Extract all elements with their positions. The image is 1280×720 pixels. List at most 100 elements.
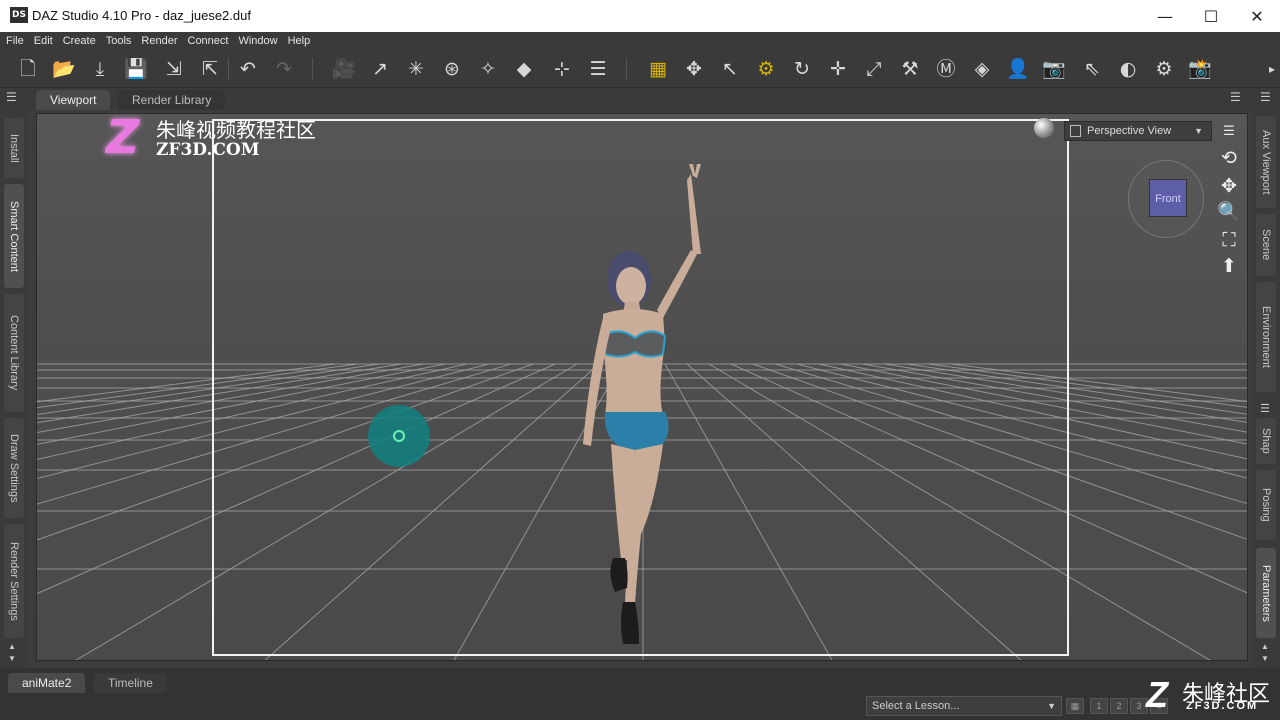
tab-environment[interactable]: Environment	[1256, 282, 1276, 392]
tab-animate2[interactable]: aniMate2	[8, 673, 86, 693]
universal-tool-icon[interactable]: ✥	[680, 55, 708, 83]
point-light-icon[interactable]: ✳	[402, 55, 430, 83]
title-bar: DS DAZ Studio 4.10 Pro - daz_juese2.duf …	[0, 0, 1280, 32]
aim-icon[interactable]: ⬆	[1216, 254, 1242, 278]
render-icon[interactable]: 📸	[1186, 55, 1214, 83]
chevron-down-icon: ▼	[1047, 701, 1056, 711]
redo-icon[interactable]: ↷	[270, 55, 298, 83]
lesson-select[interactable]: Select a Lesson... ▼	[866, 696, 1062, 716]
window-title: DAZ Studio 4.10 Pro - daz_juese2.duf	[32, 8, 251, 23]
render-settings-icon[interactable]: ▦	[644, 55, 672, 83]
chevron-down-icon: ▼	[1194, 126, 1203, 136]
tab-shaping[interactable]: Shap	[1256, 418, 1276, 464]
save-icon[interactable]: 💾	[122, 55, 150, 83]
spot-light-icon[interactable]: ⊛	[438, 55, 466, 83]
toolbar-overflow-icon[interactable]: ▸	[1258, 55, 1280, 83]
tab-scene[interactable]: Scene	[1256, 214, 1276, 276]
orbit-icon[interactable]: ⟲	[1216, 146, 1242, 170]
3d-viewport[interactable]	[36, 113, 1248, 661]
camera-select[interactable]: Perspective View ▼	[1064, 121, 1212, 141]
view-cube[interactable]: Front	[1128, 160, 1204, 238]
spot-render-icon[interactable]: 📷	[1040, 55, 1068, 83]
iray-render-icon[interactable]: ⚙	[1150, 55, 1178, 83]
camera-label: Perspective View	[1087, 125, 1172, 137]
view-cube-front[interactable]: Front	[1149, 179, 1187, 217]
minimize-button[interactable]: —	[1142, 0, 1188, 32]
translate-icon[interactable]: ✛	[824, 55, 852, 83]
camera-icon	[1070, 125, 1081, 137]
left-pane-tabs: ☰ Install Smart Content Content Library …	[0, 88, 28, 668]
menu-bar: File Edit Create Tools Render Connect Wi…	[0, 32, 1280, 50]
content-sphere-icon[interactable]: ◐	[1114, 55, 1142, 83]
corner-watermark-logo: Z	[1146, 674, 1168, 715]
distant-light-icon[interactable]: ↗	[366, 55, 394, 83]
render-frame	[212, 119, 1069, 656]
menu-help[interactable]: Help	[288, 35, 311, 47]
tab-timeline[interactable]: Timeline	[94, 673, 167, 693]
menu-create[interactable]: Create	[63, 35, 96, 47]
tab-draw-settings[interactable]: Draw Settings	[4, 418, 24, 518]
left-pane-menu-icon[interactable]: ☰	[6, 90, 17, 104]
shaping-menu-icon[interactable]: ☰	[1260, 402, 1270, 415]
corner-watermark-url: ZF3D.COM	[1186, 700, 1259, 712]
tab-viewport[interactable]: Viewport	[36, 90, 111, 110]
export-icon[interactable]: ⇱	[196, 55, 224, 83]
tab-smart-content[interactable]: Smart Content	[4, 184, 24, 288]
zoom-icon[interactable]: 🔍	[1216, 200, 1242, 224]
watermark-logo: Z	[106, 110, 140, 164]
merge-file-icon[interactable]: ⤓	[86, 55, 114, 83]
tab-render-library[interactable]: Render Library	[118, 90, 226, 110]
close-button[interactable]: ✕	[1234, 0, 1280, 32]
viewport-menu-icon[interactable]: ☰	[1216, 120, 1242, 144]
main-toolbar: 🗋 📂 ⤓ 💾 ⇲ ⇱ ↶ ↷ 🎥 ↗ ✳ ⊛ ✧ ◆ ⊹ ☰ ▦ ✥ ↖ ⚙ …	[0, 50, 1280, 88]
align-icon[interactable]: ☰	[584, 55, 612, 83]
geometry-select-icon[interactable]: ⇖	[1078, 55, 1106, 83]
lesson-select-label: Select a Lesson...	[872, 700, 960, 712]
figure-tool-icon[interactable]: 👤	[1004, 55, 1032, 83]
primitive-icon[interactable]: ◆	[510, 55, 538, 83]
joint-editor-icon[interactable]: ⚒	[896, 55, 924, 83]
morph-icon[interactable]: Ⓜ	[932, 55, 960, 83]
frame-icon[interactable]: ⛶	[1216, 228, 1242, 252]
surface-selection-icon[interactable]: ◈	[968, 55, 996, 83]
scroll-down-icon[interactable]: ▼	[1261, 654, 1269, 663]
menu-render[interactable]: Render	[141, 35, 177, 47]
tab-posing[interactable]: Posing	[1256, 470, 1276, 540]
lesson-page-2[interactable]: 2	[1110, 698, 1128, 714]
menu-tools[interactable]: Tools	[106, 35, 132, 47]
menu-window[interactable]: Window	[238, 35, 277, 47]
scroll-up-icon[interactable]: ▲	[1261, 642, 1269, 651]
watermark-url: ZF3D.COM	[156, 140, 260, 160]
maximize-button[interactable]: ☐	[1188, 0, 1234, 32]
viewport-tab-strip: Viewport Render Library ☰	[30, 88, 1250, 110]
bottom-panel: aniMate2 Timeline	[0, 668, 1280, 720]
lesson-grid-icon[interactable]: ▦	[1066, 698, 1084, 714]
scroll-down-icon[interactable]: ▼	[8, 654, 16, 663]
undo-icon[interactable]: ↶	[234, 55, 262, 83]
pan-icon[interactable]: ✥	[1216, 174, 1242, 198]
tab-aux-viewport[interactable]: Aux Viewport	[1256, 116, 1276, 208]
right-pane-menu-icon[interactable]: ☰	[1260, 90, 1271, 104]
draw-style-sphere-icon[interactable]	[1034, 118, 1054, 138]
scale-icon[interactable]: ⤢	[860, 55, 888, 83]
import-icon[interactable]: ⇲	[160, 55, 188, 83]
create-camera-icon[interactable]: 🎥	[330, 55, 358, 83]
menu-connect[interactable]: Connect	[188, 35, 229, 47]
viewport-options-icon[interactable]: ☰	[1230, 90, 1241, 104]
active-pose-icon[interactable]: ⚙	[752, 55, 780, 83]
tab-install[interactable]: Install	[4, 118, 24, 178]
tab-content-library[interactable]: Content Library	[4, 294, 24, 412]
null-icon[interactable]: ⊹	[548, 55, 576, 83]
lesson-page-1[interactable]: 1	[1090, 698, 1108, 714]
right-pane-tabs: ☰ Aux Viewport Scene Environment ☰ Shap …	[1252, 88, 1280, 668]
node-selection-icon[interactable]: ↖	[716, 55, 744, 83]
linear-light-icon[interactable]: ✧	[474, 55, 502, 83]
tab-parameters[interactable]: Parameters	[1256, 548, 1276, 638]
rotate-icon[interactable]: ↻	[788, 55, 816, 83]
menu-edit[interactable]: Edit	[34, 35, 53, 47]
open-file-icon[interactable]: 📂	[50, 55, 78, 83]
menu-file[interactable]: File	[6, 35, 24, 47]
new-file-icon[interactable]: 🗋	[14, 55, 42, 83]
tab-render-settings[interactable]: Render Settings	[4, 524, 24, 638]
scroll-up-icon[interactable]: ▲	[8, 642, 16, 651]
